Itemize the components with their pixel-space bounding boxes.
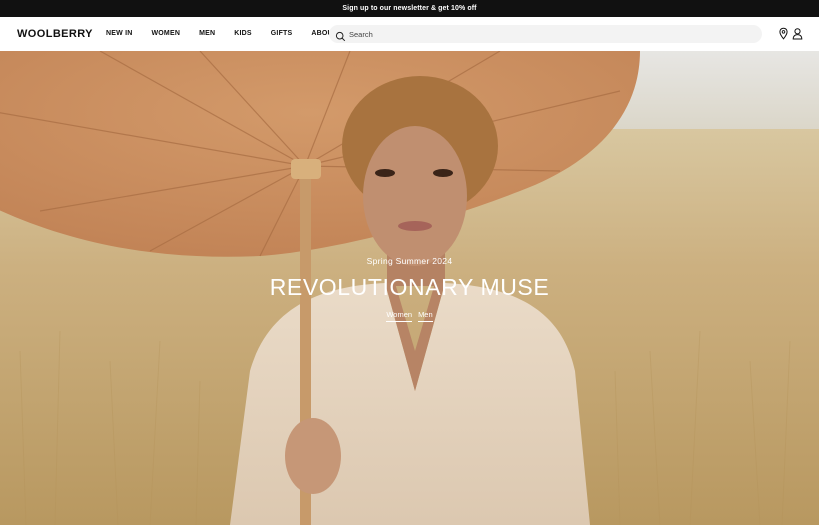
announcement-bar[interactable]: Sign up to our newsletter & get 10% off bbox=[0, 0, 819, 17]
hero-link-women[interactable]: Women bbox=[386, 310, 413, 322]
hero-link-men[interactable]: Men bbox=[418, 310, 433, 322]
search-bar[interactable] bbox=[329, 25, 762, 43]
announcement-text[interactable]: Sign up to our newsletter & get 10% off bbox=[342, 5, 476, 12]
hero-subtitle: Spring Summer 2024 bbox=[366, 256, 453, 266]
search-input[interactable] bbox=[349, 29, 729, 39]
user-icon[interactable] bbox=[791, 27, 804, 40]
hero-content: Spring Summer 2024 REVOLUTIONARY MUSE Wo… bbox=[0, 51, 819, 525]
search-icon bbox=[335, 29, 346, 41]
nav-item-kids[interactable]: KIDS bbox=[234, 30, 252, 37]
hero-title: REVOLUTIONARY MUSE bbox=[269, 274, 550, 300]
nav-item-women[interactable]: WOMEN bbox=[151, 30, 180, 37]
hero-links: Women Men bbox=[0, 310, 819, 322]
brand-logo[interactable]: WOOLBERRY bbox=[17, 28, 93, 40]
nav-item-men[interactable]: MEN bbox=[199, 30, 215, 37]
nav-item-new-in[interactable]: NEW IN bbox=[106, 30, 132, 37]
hero-banner[interactable]: Spring Summer 2024 REVOLUTIONARY MUSE Wo… bbox=[0, 51, 819, 525]
location-pin-icon[interactable] bbox=[777, 27, 790, 40]
nav-item-gifts[interactable]: GIFTS bbox=[271, 30, 293, 37]
site-header: WOOLBERRY NEW IN WOMEN MEN KIDS GIFTS AB… bbox=[0, 17, 819, 51]
main-nav: NEW IN WOMEN MEN KIDS GIFTS ABOUT bbox=[106, 30, 356, 37]
